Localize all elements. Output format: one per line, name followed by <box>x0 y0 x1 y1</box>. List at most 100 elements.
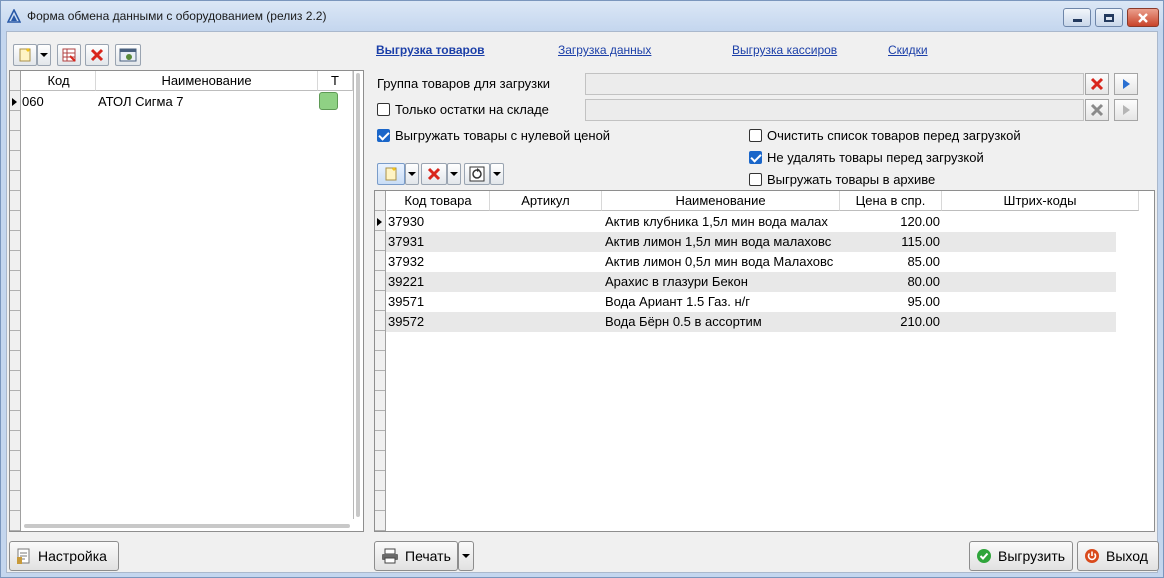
goods-price: 80.00 <box>907 274 940 289</box>
goods-price: 95.00 <box>907 294 940 309</box>
goods-article <box>492 272 600 292</box>
goods-name: Актив клубника 1,5л мин вода малах <box>605 214 828 229</box>
goods-code: 39571 <box>388 294 425 309</box>
column-header-code[interactable]: Код <box>22 71 96 91</box>
delete-icon <box>1090 103 1104 117</box>
play-arrow-icon <box>1123 79 1130 89</box>
checkbox-box[interactable] <box>377 103 390 116</box>
chevron-down-icon <box>40 53 48 57</box>
add-goods-dropdown[interactable] <box>405 163 419 185</box>
zero-price-label: Выгружать товары с нулевой ценой <box>395 128 611 143</box>
goods-barcodes <box>946 232 1106 252</box>
devices-horizontal-scrollbar[interactable] <box>22 521 352 531</box>
add-device-button[interactable] <box>13 44 37 66</box>
select-warehouse-button[interactable] <box>1114 99 1138 121</box>
column-header-goods-name[interactable]: Наименование <box>602 191 840 211</box>
app-logo-icon <box>6 8 22 23</box>
column-header-t[interactable]: Т <box>318 71 353 91</box>
tab-goods-export[interactable]: Выгрузка товаров <box>376 43 485 57</box>
chevron-down-icon <box>462 554 470 558</box>
tab-data-import[interactable]: Загрузка данных <box>558 43 651 57</box>
checkbox-box[interactable] <box>749 129 762 142</box>
device-name: АТОЛ Сигма 7 <box>98 94 184 109</box>
print-dropdown-button[interactable] <box>458 541 474 571</box>
archive-checkbox[interactable]: Выгружать товары в архиве <box>749 172 935 187</box>
goods-price: 115.00 <box>901 234 940 249</box>
settings-button[interactable]: Настройка <box>9 541 119 571</box>
goods-code: 37931 <box>388 234 425 249</box>
column-header-barcodes[interactable]: Штрих-коды <box>942 191 1139 211</box>
refresh-goods-dropdown[interactable] <box>490 163 504 185</box>
goods-barcodes <box>946 212 1106 232</box>
column-header-price[interactable]: Цена в спр. <box>840 191 942 211</box>
add-goods-button[interactable] <box>377 163 405 185</box>
clear-group-button[interactable] <box>1085 73 1109 95</box>
goods-name: Актив лимон 0,5л мин вода Малаховс <box>605 254 834 269</box>
clear-list-checkbox[interactable]: Очистить список товаров перед загрузкой <box>749 128 1021 143</box>
print-button[interactable]: Печать <box>374 541 458 571</box>
no-delete-checkbox[interactable]: Не удалять товары перед загрузкой <box>749 150 984 165</box>
minimize-button[interactable] <box>1063 8 1091 27</box>
delete-goods-button[interactable] <box>421 163 447 185</box>
goods-article <box>492 232 600 252</box>
play-arrow-icon <box>1123 105 1130 115</box>
chevron-down-icon <box>450 172 458 176</box>
column-header-goods-code[interactable]: Код товара <box>387 191 490 211</box>
goods-grid[interactable]: Код товара Артикул Наименование Цена в с… <box>374 190 1155 532</box>
no-delete-label: Не удалять товары перед загрузкой <box>767 150 984 165</box>
tab-cashiers-export[interactable]: Выгрузка кассиров <box>732 43 837 57</box>
column-header-name[interactable]: Наименование <box>96 71 318 91</box>
tab-discounts[interactable]: Скидки <box>888 43 928 57</box>
goods-vertical-scrollbar[interactable] <box>1142 191 1154 531</box>
check-circle-icon <box>977 549 991 563</box>
goods-barcodes <box>946 252 1106 272</box>
goods-name: Актив лимон 1,5л мин вода малаховс <box>605 234 832 249</box>
goods-price: 85.00 <box>907 254 940 269</box>
table-row[interactable]: 37930 Актив клубника 1,5л мин вода малах… <box>377 212 1116 232</box>
refresh-goods-button[interactable] <box>464 163 490 185</box>
select-group-button[interactable] <box>1114 73 1138 95</box>
table-row[interactable]: 39221 Арахис в глазури Бекон 80.00 <box>386 272 1116 292</box>
title-bar[interactable]: Форма обмена данными с оборудованием (ре… <box>1 1 1163 31</box>
table-row[interactable]: 39571 Вода Ариант 1.5 Газ. н/г 95.00 <box>386 292 1116 312</box>
device-code: 060 <box>22 94 44 109</box>
archive-label: Выгружать товары в архиве <box>767 172 936 187</box>
goods-group-field[interactable] <box>585 73 1084 95</box>
checkbox-box[interactable] <box>749 173 762 186</box>
chevron-down-icon <box>408 172 416 176</box>
exit-button-label: Выход <box>1106 548 1148 564</box>
goods-article <box>492 312 600 332</box>
goods-barcodes <box>946 312 1106 332</box>
table-row[interactable]: 37932 Актив лимон 0,5л мин вода Малаховс… <box>386 252 1116 272</box>
checkbox-box[interactable] <box>377 129 390 142</box>
goods-group-label: Группа товаров для загрузки <box>377 76 551 91</box>
devices-vertical-scrollbar[interactable] <box>353 71 361 519</box>
scroll-thumb[interactable] <box>24 524 350 528</box>
delete-icon <box>427 167 441 181</box>
maximize-button[interactable] <box>1095 8 1123 27</box>
add-device-dropdown[interactable] <box>37 44 51 66</box>
warehouse-field[interactable] <box>585 99 1084 121</box>
table-row[interactable]: 39572 Вода Бёрн 0.5 в ассортим 210.00 <box>386 312 1116 332</box>
device-settings-button[interactable] <box>115 44 141 66</box>
settings-document-icon <box>17 548 30 564</box>
table-row[interactable]: 37931 Актив лимон 1,5л мин вода малаховс… <box>386 232 1116 252</box>
goods-code: 39572 <box>388 314 425 329</box>
export-button[interactable]: Выгрузить <box>969 541 1073 571</box>
exit-button[interactable]: Выход <box>1077 541 1159 571</box>
scroll-thumb[interactable] <box>356 73 360 517</box>
delete-goods-dropdown[interactable] <box>447 163 461 185</box>
devices-grid[interactable]: Код Наименование Т 060 АТОЛ Сигма 7 <box>9 70 364 532</box>
zero-price-checkbox[interactable]: Выгружать товары с нулевой ценой <box>377 128 610 143</box>
only-stock-checkbox[interactable]: Только остатки на складе <box>377 102 549 117</box>
goods-barcodes <box>946 272 1106 292</box>
edit-device-button[interactable] <box>57 44 81 66</box>
goods-barcodes <box>946 292 1106 312</box>
window-title: Форма обмена данными с оборудованием (ре… <box>27 9 327 23</box>
clear-warehouse-button[interactable] <box>1085 99 1109 121</box>
column-header-article[interactable]: Артикул <box>490 191 602 211</box>
checkbox-box[interactable] <box>749 151 762 164</box>
delete-device-button[interactable] <box>85 44 109 66</box>
close-window-button[interactable] <box>1127 8 1159 27</box>
table-row[interactable]: 060 АТОЛ Сигма 7 <box>10 92 353 112</box>
